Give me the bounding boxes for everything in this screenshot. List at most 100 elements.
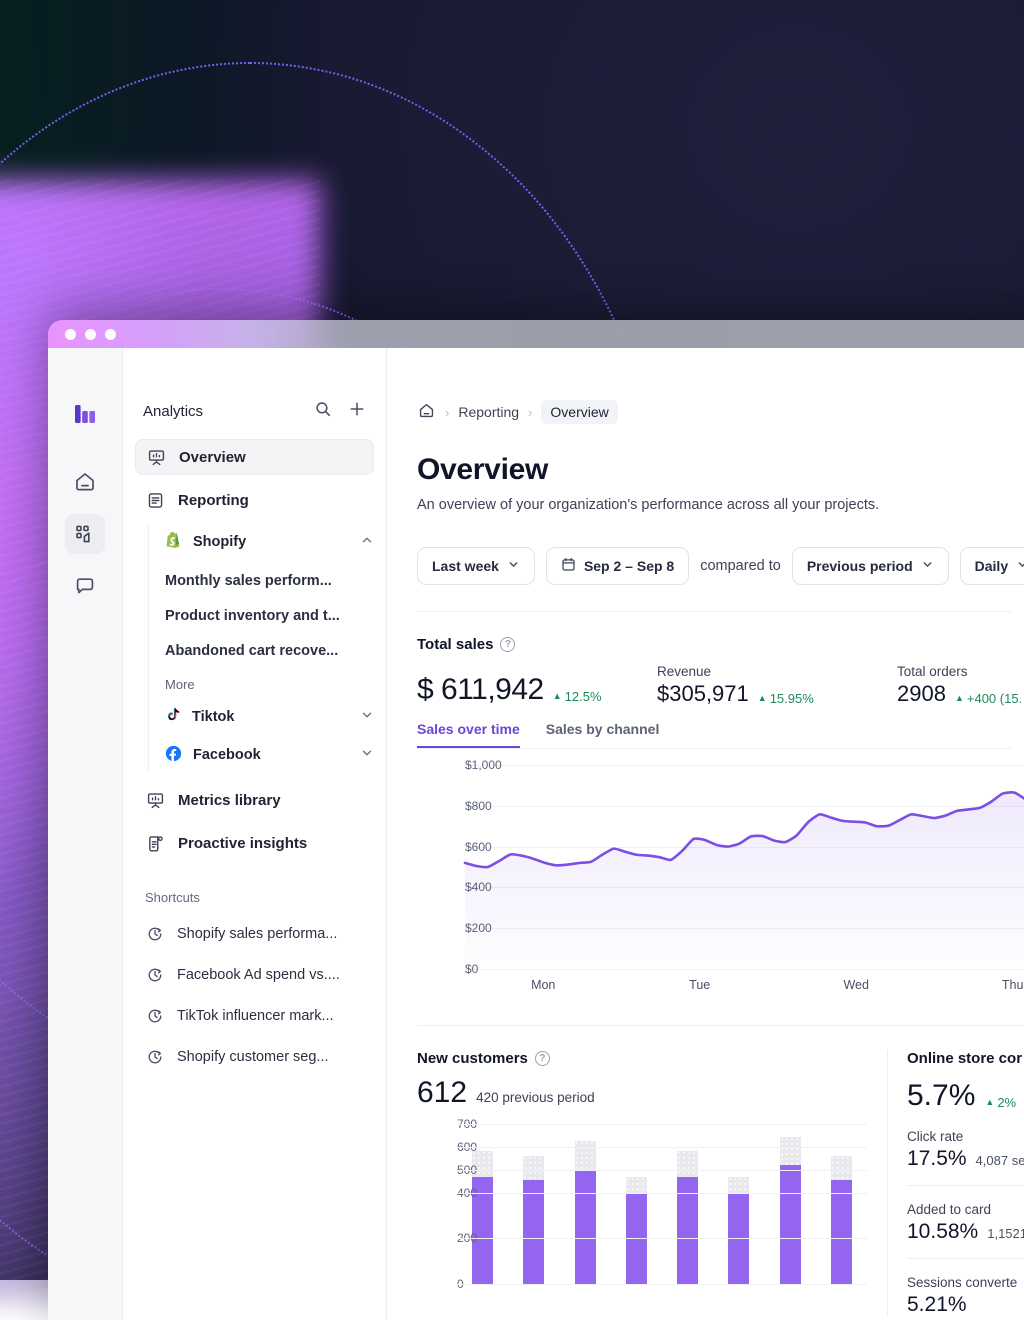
- insights-document-icon: [145, 834, 165, 853]
- compared-to-label: compared to: [700, 558, 781, 574]
- bar-column[interactable]: [523, 1124, 544, 1284]
- chevron-down-icon[interactable]: [360, 746, 374, 764]
- total-sales-header: Total sales ?: [417, 636, 1024, 653]
- search-button[interactable]: [314, 400, 332, 423]
- bar-previous-segment: [575, 1141, 596, 1170]
- online-store-value: 5.7%: [907, 1079, 975, 1113]
- sidebar-more-link[interactable]: More: [165, 668, 374, 700]
- bar-column[interactable]: [575, 1124, 596, 1284]
- sidebar-item-overview[interactable]: Overview: [135, 439, 374, 475]
- window-titlebar[interactable]: [48, 320, 1024, 348]
- sidebar-group-label: Tiktok: [192, 709, 234, 725]
- date-picker-button[interactable]: Sep 2 – Sep 8: [546, 547, 689, 585]
- application-body: Analytics: [48, 348, 1024, 1320]
- kpi-delta-value: 12.5%: [565, 689, 602, 704]
- tab-sales-by-channel[interactable]: Sales by channel: [546, 721, 660, 748]
- metric-value: 17.5%: [907, 1147, 967, 1171]
- chevron-down-icon[interactable]: [360, 708, 374, 726]
- icon-rail: [48, 348, 123, 1320]
- home-icon: [417, 401, 436, 420]
- sidebar-item-reporting[interactable]: Reporting: [135, 482, 374, 518]
- sidebar-report-link[interactable]: Abandoned cart recove...: [165, 633, 374, 668]
- search-icon: [314, 400, 332, 418]
- bar-previous-segment: [831, 1156, 852, 1180]
- comparison-select[interactable]: Previous period: [792, 547, 949, 585]
- question-mark-icon[interactable]: ?: [500, 637, 515, 652]
- kpi-delta: ▲ 15.95%: [758, 691, 814, 706]
- shortcut-item[interactable]: Shopify customer seg...: [135, 1036, 374, 1077]
- new-customers-card: New customers ? 612 420 previous period …: [417, 1050, 887, 1317]
- total-sales-kpis: $ 611,942 ▲ 12.5% Revenue $305,971 ▲ 15.…: [417, 664, 1024, 707]
- rail-item-messages[interactable]: [65, 566, 105, 606]
- new-customers-title: New customers: [417, 1050, 528, 1067]
- section-divider: [417, 611, 1011, 612]
- window-traffic-lights[interactable]: [65, 329, 116, 340]
- shortcut-label: Shopify customer seg...: [177, 1049, 329, 1065]
- shortcut-item[interactable]: Shopify sales performa...: [135, 913, 374, 954]
- presentation-chart-icon: [146, 448, 166, 467]
- rail-item-home[interactable]: [65, 462, 105, 502]
- bar-current-segment: [575, 1170, 596, 1284]
- online-store-value-row: 5.7% ▲ 2%: [907, 1079, 1024, 1113]
- metric-caption: Sessions converte: [907, 1275, 1024, 1290]
- line-chart-svg: [465, 765, 1024, 969]
- minimize-window-button[interactable]: [85, 329, 96, 340]
- bar-previous-segment: [523, 1156, 544, 1180]
- report-document-icon: [145, 491, 165, 510]
- breadcrumb: › Reporting › Overview: [417, 400, 1024, 424]
- shortcut-item[interactable]: Facebook Ad spend vs....: [135, 954, 374, 995]
- home-icon: [73, 470, 97, 494]
- chevron-up-icon[interactable]: [360, 533, 374, 551]
- add-button[interactable]: [348, 400, 366, 423]
- maximize-window-button[interactable]: [105, 329, 116, 340]
- breadcrumb-separator: ›: [445, 405, 449, 420]
- bar-current-segment: [831, 1180, 852, 1284]
- date-range-select[interactable]: Last week: [417, 547, 535, 585]
- bar-column[interactable]: [831, 1124, 852, 1284]
- line-chart-plot-area: [465, 765, 1024, 969]
- question-mark-icon[interactable]: ?: [535, 1051, 550, 1066]
- tab-sales-over-time[interactable]: Sales over time: [417, 721, 520, 748]
- sales-over-time-chart[interactable]: $0$200$400$600$800$1,000MonTueWedThu: [417, 765, 1024, 995]
- clock-history-icon: [145, 1007, 165, 1025]
- breadcrumb-item-overview[interactable]: Overview: [541, 400, 617, 424]
- sidebar-group-shopify[interactable]: Shopify: [165, 525, 374, 559]
- bar-column[interactable]: [728, 1124, 749, 1284]
- app-logo[interactable]: [65, 394, 105, 434]
- shortcut-label: Shopify sales performa...: [177, 926, 337, 942]
- sidebar-item-label: Overview: [179, 449, 246, 466]
- shortcut-label: Facebook Ad spend vs....: [177, 967, 340, 983]
- bar-previous-segment: [677, 1151, 698, 1176]
- main-content: › Reporting › Overview Overview An overv…: [387, 348, 1024, 1320]
- sidebar-report-link[interactable]: Monthly sales perform...: [165, 563, 374, 598]
- sidebar-group-tiktok[interactable]: Tiktok: [165, 700, 374, 734]
- kpi-delta: ▲ +400 (15.: [955, 691, 1022, 706]
- bar-column[interactable]: [677, 1124, 698, 1284]
- sidebar-item-proactive-insights[interactable]: Proactive insights: [135, 825, 374, 861]
- close-window-button[interactable]: [65, 329, 76, 340]
- sidebar-report-link[interactable]: Product inventory and t...: [165, 598, 374, 633]
- sidebar-item-metrics-library[interactable]: Metrics library: [135, 782, 374, 818]
- new-customers-header: New customers ?: [417, 1050, 887, 1067]
- breadcrumb-home-button[interactable]: [417, 401, 436, 423]
- sidebar-group-label: Facebook: [193, 747, 261, 763]
- new-customers-previous: 420 previous period: [476, 1090, 595, 1105]
- comparison-label: Previous period: [807, 558, 913, 574]
- rail-item-projects[interactable]: [65, 514, 105, 554]
- bar-chart-gridline: [457, 1170, 867, 1171]
- new-customers-bar-chart[interactable]: 0200400500600700: [417, 1124, 867, 1284]
- triangle-up-icon: ▲: [758, 693, 767, 703]
- sidebar-group-facebook[interactable]: Facebook: [165, 738, 374, 772]
- bar-column[interactable]: [626, 1124, 647, 1284]
- line-chart-x-tick: Wed: [843, 978, 868, 992]
- bar-column[interactable]: [780, 1124, 801, 1284]
- tiktok-icon: [165, 707, 181, 728]
- filter-bar: Last week Sep 2 – Sep 8 compared to: [417, 547, 1024, 585]
- kpi-value: 2908: [897, 681, 946, 707]
- line-chart-x-tick: Thu: [1002, 978, 1024, 992]
- shortcut-item[interactable]: TikTok influencer mark...: [135, 995, 374, 1036]
- breadcrumb-item-reporting[interactable]: Reporting: [458, 404, 519, 420]
- new-customers-value: 612: [417, 1076, 467, 1110]
- metric-click-rate: Click rate 17.5% 4,087 ses: [907, 1113, 1024, 1171]
- granularity-select[interactable]: Daily: [960, 547, 1024, 585]
